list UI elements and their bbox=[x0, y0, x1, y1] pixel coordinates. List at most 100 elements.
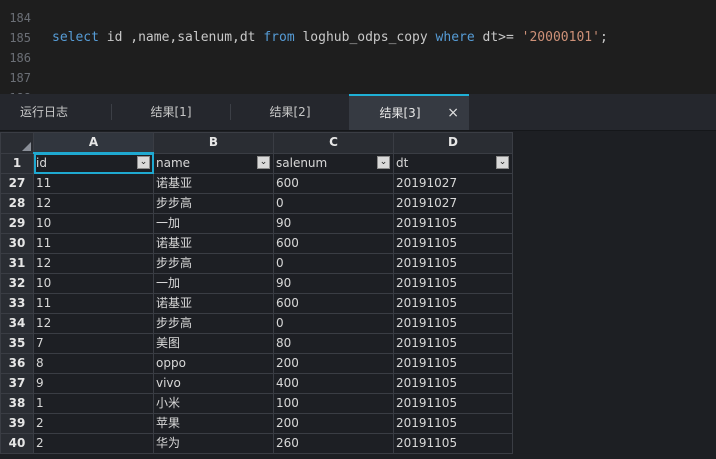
table-cell[interactable]: 7 bbox=[33, 333, 154, 354]
field-header-dt[interactable]: dt ⌄ bbox=[393, 152, 513, 174]
filter-dropdown-icon[interactable]: ⌄ bbox=[496, 155, 509, 169]
table-cell[interactable]: 20191027 bbox=[393, 193, 513, 214]
row-number[interactable]: 38 bbox=[0, 393, 34, 414]
table-cell[interactable]: 20191105 bbox=[393, 273, 513, 294]
table-cell[interactable]: 一加 bbox=[153, 213, 274, 234]
filter-dropdown-icon[interactable]: ⌄ bbox=[257, 155, 270, 169]
table-row[interactable]: 38 1 小米 100 20191105 bbox=[0, 393, 513, 414]
table-cell[interactable]: 12 bbox=[33, 253, 154, 274]
field-header-salenum[interactable]: salenum ⌄ bbox=[273, 152, 394, 174]
table-cell[interactable]: 11 bbox=[33, 173, 154, 194]
row-number[interactable]: 39 bbox=[0, 413, 34, 434]
table-cell[interactable]: 2 bbox=[33, 413, 154, 434]
row-number[interactable]: 34 bbox=[0, 313, 34, 334]
row-number[interactable]: 40 bbox=[0, 433, 34, 454]
table-cell[interactable]: 2 bbox=[33, 433, 154, 454]
table-cell[interactable]: 20191105 bbox=[393, 433, 513, 454]
table-cell[interactable]: 600 bbox=[273, 173, 394, 194]
tab-result-3[interactable]: 结果[3] × bbox=[349, 94, 469, 130]
table-cell[interactable]: 200 bbox=[273, 413, 394, 434]
table-cell[interactable]: 11 bbox=[33, 233, 154, 254]
table-cell[interactable]: 20191105 bbox=[393, 253, 513, 274]
field-header-id[interactable]: id ⌄ bbox=[33, 152, 154, 174]
table-cell[interactable]: 80 bbox=[273, 333, 394, 354]
table-cell[interactable]: 华为 bbox=[153, 433, 274, 454]
tab-result-1[interactable]: 结果[1] bbox=[112, 94, 230, 130]
table-cell[interactable]: 8 bbox=[33, 353, 154, 374]
table-cell[interactable]: oppo bbox=[153, 353, 274, 374]
table-cell[interactable]: 1 bbox=[33, 393, 154, 414]
table-cell[interactable]: 11 bbox=[33, 293, 154, 314]
code-line[interactable]: 185 select id ,name,salenum,dt from logh… bbox=[0, 28, 716, 48]
row-number[interactable]: 1 bbox=[0, 152, 34, 174]
table-row[interactable]: 31 12 步步高 0 20191105 bbox=[0, 253, 513, 274]
table-row[interactable]: 28 12 步步高 0 20191027 bbox=[0, 193, 513, 214]
table-cell[interactable]: 20191105 bbox=[393, 333, 513, 354]
table-cell[interactable]: 0 bbox=[273, 313, 394, 334]
table-cell[interactable]: 20191105 bbox=[393, 373, 513, 394]
row-number[interactable]: 36 bbox=[0, 353, 34, 374]
table-row[interactable]: 39 2 苹果 200 20191105 bbox=[0, 413, 513, 434]
table-cell[interactable]: 20191105 bbox=[393, 233, 513, 254]
table-cell[interactable]: 20191105 bbox=[393, 393, 513, 414]
close-icon[interactable]: × bbox=[447, 96, 459, 130]
table-row[interactable]: 29 10 一加 90 20191105 bbox=[0, 213, 513, 234]
row-number[interactable]: 32 bbox=[0, 273, 34, 294]
table-cell[interactable]: 20191105 bbox=[393, 213, 513, 234]
filter-dropdown-icon[interactable]: ⌄ bbox=[137, 156, 150, 169]
table-cell[interactable]: 一加 bbox=[153, 273, 274, 294]
table-cell[interactable]: 小米 bbox=[153, 393, 274, 414]
table-cell[interactable]: 10 bbox=[33, 213, 154, 234]
table-cell[interactable]: 0 bbox=[273, 193, 394, 214]
row-number[interactable]: 37 bbox=[0, 373, 34, 394]
table-cell[interactable]: 90 bbox=[273, 273, 394, 294]
row-number[interactable]: 33 bbox=[0, 293, 34, 314]
row-number[interactable]: 29 bbox=[0, 213, 34, 234]
row-number[interactable]: 27 bbox=[0, 173, 34, 194]
table-cell[interactable]: 步步高 bbox=[153, 313, 274, 334]
table-cell[interactable]: 步步高 bbox=[153, 193, 274, 214]
table-cell[interactable]: 600 bbox=[273, 293, 394, 314]
row-number[interactable]: 30 bbox=[0, 233, 34, 254]
table-cell[interactable]: 9 bbox=[33, 373, 154, 394]
table-cell[interactable]: 200 bbox=[273, 353, 394, 374]
table-row[interactable]: 36 8 oppo 200 20191105 bbox=[0, 353, 513, 374]
tab-result-2[interactable]: 结果[2] bbox=[231, 94, 349, 130]
table-row[interactable]: 33 11 诺基亚 600 20191105 bbox=[0, 293, 513, 314]
table-cell[interactable]: 20191105 bbox=[393, 353, 513, 374]
row-number[interactable]: 31 bbox=[0, 253, 34, 274]
tab-run-log[interactable]: 运行日志 bbox=[0, 94, 88, 130]
sql-editor[interactable]: 184 185 select id ,name,salenum,dt from … bbox=[0, 0, 716, 94]
table-cell[interactable]: 20191027 bbox=[393, 173, 513, 194]
table-row[interactable]: 40 2 华为 260 20191105 bbox=[0, 433, 513, 454]
table-cell[interactable]: 12 bbox=[33, 313, 154, 334]
table-cell[interactable]: 12 bbox=[33, 193, 154, 214]
row-number[interactable]: 35 bbox=[0, 333, 34, 354]
table-cell[interactable]: 诺基亚 bbox=[153, 233, 274, 254]
table-cell[interactable]: 100 bbox=[273, 393, 394, 414]
table-cell[interactable]: 20191105 bbox=[393, 413, 513, 434]
table-cell[interactable]: vivo bbox=[153, 373, 274, 394]
table-row[interactable]: 30 11 诺基亚 600 20191105 bbox=[0, 233, 513, 254]
select-all-corner[interactable] bbox=[0, 132, 34, 154]
column-header-d[interactable]: D bbox=[393, 132, 513, 154]
table-cell[interactable]: 美图 bbox=[153, 333, 274, 354]
sql-query[interactable]: select id ,name,salenum,dt from loghub_o… bbox=[52, 28, 608, 48]
table-cell[interactable]: 260 bbox=[273, 433, 394, 454]
table-row[interactable]: 32 10 一加 90 20191105 bbox=[0, 273, 513, 294]
row-number[interactable]: 28 bbox=[0, 193, 34, 214]
column-header-a[interactable]: A bbox=[33, 132, 154, 154]
table-row[interactable]: 37 9 vivo 400 20191105 bbox=[0, 373, 513, 394]
table-row[interactable]: 34 12 步步高 0 20191105 bbox=[0, 313, 513, 334]
table-cell[interactable]: 20191105 bbox=[393, 313, 513, 334]
table-cell[interactable]: 0 bbox=[273, 253, 394, 274]
field-header-name[interactable]: name ⌄ bbox=[153, 152, 274, 174]
table-row[interactable]: 35 7 美图 80 20191105 bbox=[0, 333, 513, 354]
table-cell[interactable]: 90 bbox=[273, 213, 394, 234]
table-cell[interactable]: 苹果 bbox=[153, 413, 274, 434]
column-header-b[interactable]: B bbox=[153, 132, 274, 154]
table-cell[interactable]: 诺基亚 bbox=[153, 293, 274, 314]
column-header-c[interactable]: C bbox=[273, 132, 394, 154]
table-cell[interactable]: 600 bbox=[273, 233, 394, 254]
table-cell[interactable]: 20191105 bbox=[393, 293, 513, 314]
